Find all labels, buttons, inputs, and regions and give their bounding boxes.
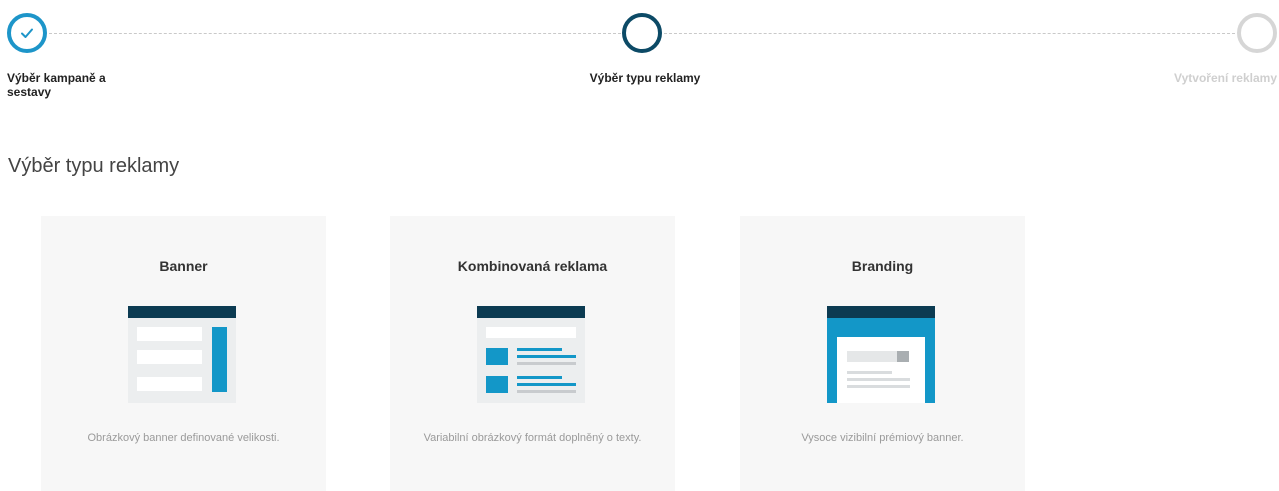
step-3-upcoming-indicator bbox=[1237, 13, 1277, 53]
card-title: Branding bbox=[851, 258, 914, 274]
card-title: Banner bbox=[159, 258, 208, 274]
step-1-label[interactable]: Výběr kampaně a sestavy bbox=[7, 71, 147, 99]
card-description: Obrázkový banner definované velikosti. bbox=[87, 432, 280, 444]
step-3-label: Vytvoření reklamy bbox=[1174, 71, 1277, 85]
card-description: Vysoce vizibilní prémiový banner. bbox=[801, 432, 964, 444]
checkmark-icon bbox=[21, 28, 33, 38]
branding-illustration-icon bbox=[827, 306, 935, 403]
progress-stepper: Výběr kampaně a sestavy Výběr typu rekla… bbox=[0, 0, 1279, 110]
step-2-label: Výběr typu reklamy bbox=[589, 71, 701, 85]
combined-ad-illustration-icon bbox=[477, 306, 585, 403]
banner-illustration-icon bbox=[128, 306, 236, 403]
card-description: Variabilní obrázkový formát doplněný o t… bbox=[423, 432, 642, 444]
step-2-active-indicator bbox=[622, 13, 662, 53]
stepper-connector bbox=[49, 33, 621, 34]
page-title: Výběr typu reklamy bbox=[8, 155, 180, 177]
card-title: Kombinovaná reklama bbox=[457, 258, 608, 274]
stepper-connector bbox=[664, 33, 1235, 34]
ad-type-card-branding[interactable]: Branding Vysoce vizibilní prémiový banne… bbox=[740, 216, 1025, 491]
ad-type-card-banner[interactable]: Banner Obrázkový banner definované velik… bbox=[41, 216, 326, 491]
step-1-completed-indicator[interactable] bbox=[7, 13, 47, 53]
ad-type-card-combined[interactable]: Kombinovaná reklama Variabilní obrázkový… bbox=[390, 216, 675, 491]
